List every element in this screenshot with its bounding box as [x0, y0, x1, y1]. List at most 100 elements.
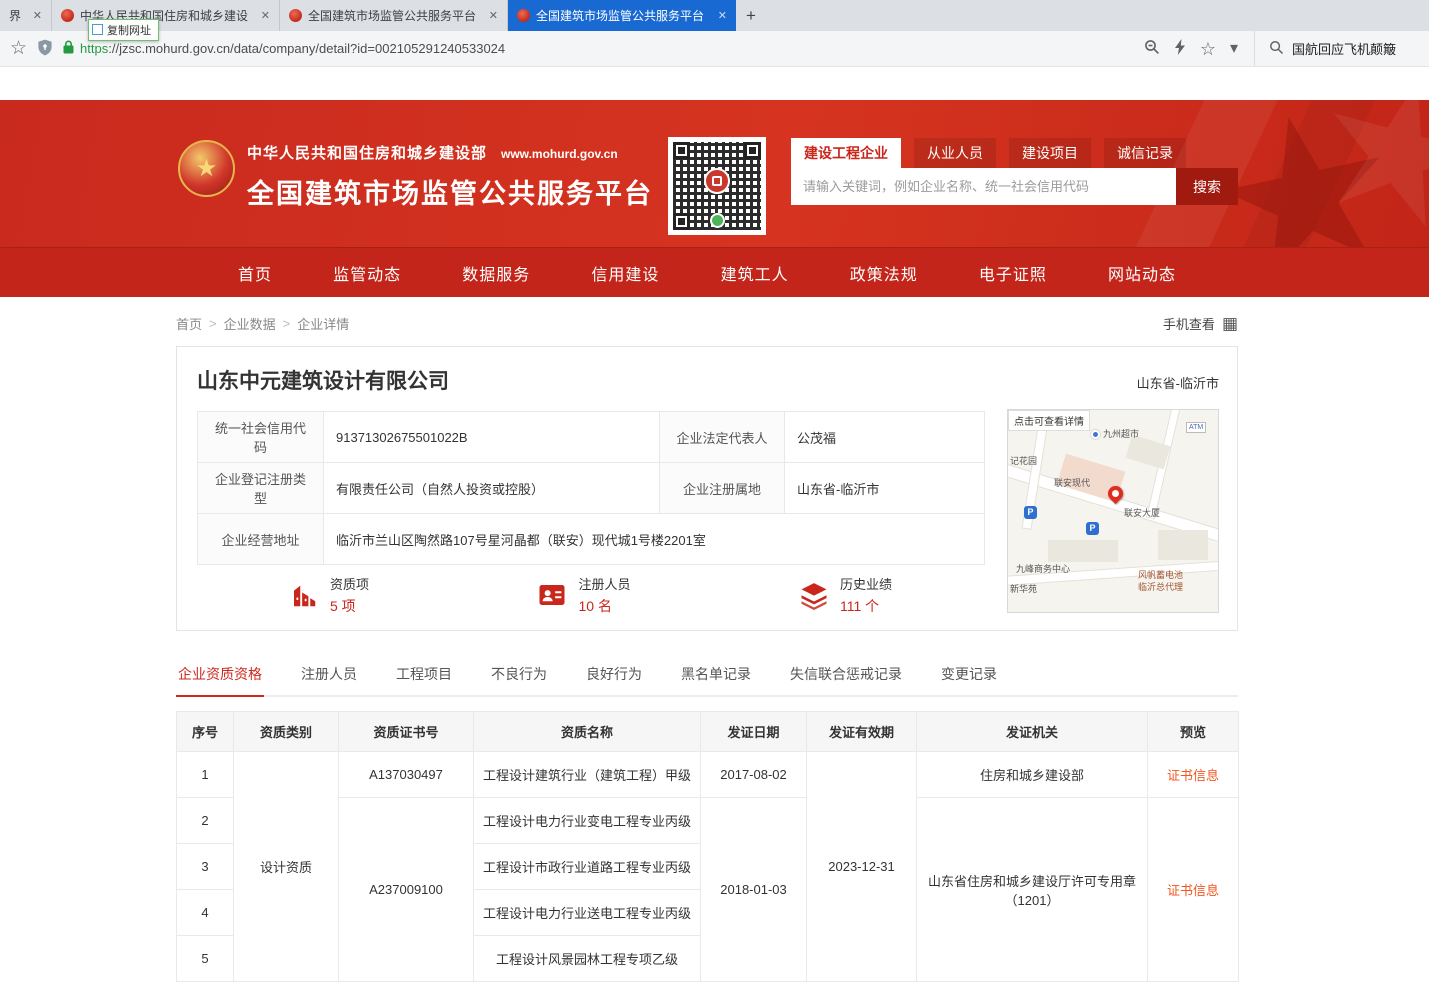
map-label-jiufeng: 九峰商务中心: [1016, 562, 1070, 575]
search-tab-personnel[interactable]: 从业人员: [914, 138, 996, 168]
certificate-info-link[interactable]: 证书信息: [1167, 883, 1219, 898]
browser-tab-1[interactable]: 中华人民共和国住房和城乡建设 ✕: [52, 0, 280, 31]
breadcrumb-sep-icon: >: [209, 316, 217, 331]
nav-item-data-service[interactable]: 数据服务: [462, 261, 530, 285]
cell-name: 工程设计市政行业道路工程专业丙级: [474, 844, 701, 890]
cell-authority: 山东省住房和城乡建设厅许可专用章（1201）: [917, 798, 1148, 982]
cell-no: 2: [177, 798, 234, 844]
tab-projects[interactable]: 工程项目: [394, 655, 454, 695]
breadcrumb-company-data[interactable]: 企业数据: [224, 314, 276, 333]
tab-good-behavior[interactable]: 良好行为: [584, 655, 644, 695]
qualification-table: 序号 资质类别 资质证书号 资质名称 发证日期 发证有效期 发证机关 预览 1 …: [176, 711, 1239, 982]
nav-item-e-license[interactable]: 电子证照: [979, 261, 1047, 285]
map-label-lianan-modern: 联安现代: [1054, 476, 1090, 489]
legal-rep-label: 企业法定代表人: [660, 412, 785, 463]
table-row: 企业登记注册类型 有限责任公司（自然人投资或控股） 企业注册属地 山东省-临沂市: [198, 463, 985, 514]
tab-bad-behavior[interactable]: 不良行为: [489, 655, 549, 695]
breadcrumb-home[interactable]: 首页: [176, 314, 202, 333]
tab-blacklist[interactable]: 黑名单记录: [679, 655, 753, 695]
layers-icon: [799, 580, 829, 610]
keyword-search-input[interactable]: [791, 168, 1176, 205]
ministry-url: www.mohurd.gov.cn: [501, 147, 618, 161]
stat-registered-personnel[interactable]: 注册人员 10 名: [537, 574, 630, 616]
nav-item-home[interactable]: 首页: [238, 261, 272, 285]
map-hint: 点击可查看详情: [1008, 410, 1090, 431]
reg-region-value: 山东省-临沂市: [785, 463, 985, 514]
tab-title: 全国建筑市场监管公共服务平台: [308, 7, 483, 24]
nav-item-site-news[interactable]: 网站动态: [1108, 261, 1176, 285]
favorite-star-icon[interactable]: ☆: [1200, 40, 1216, 58]
cell-no: 3: [177, 844, 234, 890]
nav-item-credit[interactable]: 信用建设: [591, 261, 659, 285]
site-favicon-icon: [289, 9, 302, 22]
tab-close-icon[interactable]: ✕: [718, 9, 727, 22]
search-tab-project[interactable]: 建设项目: [1009, 138, 1091, 168]
zoom-icon[interactable]: [1144, 39, 1160, 58]
browser-tab-active[interactable]: 全国建筑市场监管公共服务平台 ✕: [508, 0, 736, 31]
mobile-view-button[interactable]: 手机查看 ▦: [1163, 314, 1238, 333]
browser-tab-2[interactable]: 全国建筑市场监管公共服务平台 ✕: [280, 0, 508, 31]
main-nav: 首页 监管动态 数据服务 信用建设 建筑工人 政策法规 电子证照 网站动态: [0, 247, 1429, 297]
legal-rep-value: 公茂福: [785, 412, 985, 463]
mobile-view-label: 手机查看: [1163, 314, 1215, 333]
tab-title: 全国建筑市场监管公共服务平台: [536, 7, 712, 24]
cell-no: 5: [177, 936, 234, 982]
col-header-preview: 预览: [1148, 712, 1239, 752]
nav-item-workers[interactable]: 建筑工人: [721, 261, 789, 285]
qr-badge: [710, 213, 725, 228]
cell-name: 工程设计电力行业变电工程专业丙级: [474, 798, 701, 844]
tab-close-icon[interactable]: ✕: [261, 9, 270, 22]
table-header-row: 序号 资质类别 资质证书号 资质名称 发证日期 发证有效期 发证机关 预览: [177, 712, 1239, 752]
search-button[interactable]: 搜索: [1176, 168, 1238, 205]
cell-validity: 2023-12-31: [807, 752, 917, 982]
tab-qualifications[interactable]: 企业资质资格: [176, 655, 264, 697]
nav-item-supervision[interactable]: 监管动态: [333, 261, 401, 285]
hot-search-box[interactable]: 国航回应飞机颠簸: [1254, 31, 1419, 66]
qr-code-icon: ▦: [1222, 315, 1238, 332]
company-location-map[interactable]: 点击可查看详情 九州超市 ATM 记花园 联安现代 联安大厦 P P 九峰商务中…: [1007, 409, 1219, 613]
site-banner: ★ ★ ★ 中华人民共和国住房和城乡建设部 www.mohurd.gov.cn …: [0, 100, 1429, 247]
company-info-table: 统一社会信用代码 91371302675501022B 企业法定代表人 公茂福 …: [197, 411, 985, 565]
tab-close-icon[interactable]: ✕: [33, 9, 42, 22]
tab-close-icon[interactable]: ✕: [489, 9, 498, 22]
bookmark-star-icon[interactable]: ☆: [10, 39, 27, 58]
site-qr-code: [668, 137, 766, 235]
stat-historical-performance[interactable]: 历史业绩 111 个: [799, 574, 892, 616]
cell-no: 4: [177, 890, 234, 936]
url-field[interactable]: https ://jzsc.mohurd.gov.cn/data/company…: [63, 40, 1134, 57]
stat-qualifications[interactable]: 资质项 5 项: [289, 574, 369, 616]
stat-value: 111 个: [840, 596, 892, 616]
shield-icon[interactable]: [37, 39, 53, 59]
map-label-supermarket: 九州超市: [1103, 427, 1139, 440]
tab-dishonesty-records[interactable]: 失信联合惩戒记录: [788, 655, 904, 695]
copy-icon: [94, 26, 103, 35]
cell-name: 工程设计建筑行业（建筑工程）甲级: [474, 752, 701, 798]
url-scheme: https: [80, 41, 108, 56]
dropdown-chevron-icon[interactable]: ▾: [1230, 41, 1238, 57]
nav-item-policy[interactable]: 政策法规: [850, 261, 918, 285]
page-top-spacer: [0, 67, 1429, 100]
certificate-info-link[interactable]: 证书信息: [1167, 768, 1219, 783]
tab-registered-personnel[interactable]: 注册人员: [299, 655, 359, 695]
col-header-validity: 发证有效期: [807, 712, 917, 752]
flash-extension-icon[interactable]: [1174, 39, 1186, 58]
cell-issue-date: 2018-01-03: [701, 798, 807, 982]
stat-label: 资质项: [330, 574, 369, 593]
cell-cert-no: A137030497: [339, 752, 474, 798]
col-header-authority: 发证机关: [917, 712, 1148, 752]
copy-url-tooltip[interactable]: 复制网址: [88, 19, 159, 41]
tab-change-records[interactable]: 变更记录: [939, 655, 999, 695]
credit-code-label: 统一社会信用代码: [198, 412, 324, 463]
table-row: 企业经营地址 临沂市兰山区陶然路107号星河晶都（联安）现代城1号楼2201室: [198, 514, 985, 565]
company-name: 山东中元建筑设计有限公司: [197, 365, 1219, 395]
stat-value: 5 项: [330, 596, 369, 616]
search-tab-enterprise[interactable]: 建设工程企业: [791, 138, 901, 168]
new-tab-button[interactable]: +: [736, 0, 766, 31]
credit-code-value: 91371302675501022B: [324, 412, 660, 463]
browser-tab-partial[interactable]: 界 ✕: [0, 0, 52, 31]
company-region: 山东省-临沂市: [1137, 373, 1219, 392]
cell-no: 1: [177, 752, 234, 798]
search-tab-credit[interactable]: 诚信记录: [1104, 138, 1186, 168]
hot-search-text[interactable]: 国航回应飞机颠簸: [1292, 39, 1396, 58]
col-header-issue-date: 发证日期: [701, 712, 807, 752]
